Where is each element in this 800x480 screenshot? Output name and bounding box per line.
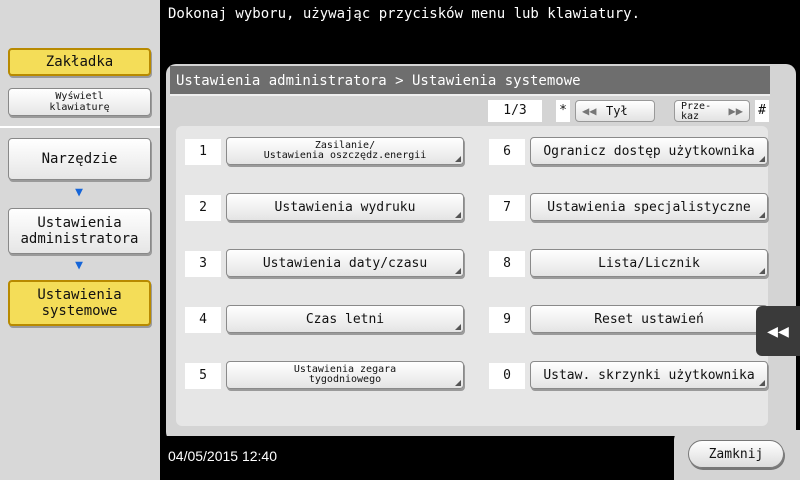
menu-number: 1	[185, 139, 221, 165]
menu-label: Ustawienia daty/czasu	[262, 255, 428, 271]
menu-label: Reset ustawień	[594, 311, 704, 327]
corner-indicator-icon	[455, 156, 461, 162]
instruction-bar: Dokonaj wyboru, używając przycisków menu…	[160, 0, 800, 60]
breadcrumb-system-settings[interactable]: Ustawienia systemowe	[8, 280, 151, 326]
menu-number: 3	[185, 251, 221, 277]
fast-forward-icon: ▶▶	[728, 104, 743, 118]
page-title: Ustawienia administratora > Ustawienia s…	[170, 66, 770, 96]
menu-number: 0	[489, 363, 525, 389]
breadcrumb-admin-settings[interactable]: Ustawienia administratora	[8, 208, 151, 254]
menu-item-restrict-access[interactable]: Ogranicz dostęp użytkownika	[530, 137, 768, 165]
datetime: 04/05/2015 12:40	[168, 448, 277, 464]
breadcrumb-label-line2: systemowe	[41, 303, 118, 319]
sidebar: Zakładka Wyświetl klawiaturę Narzędzie ▼…	[0, 0, 160, 480]
corner-indicator-icon	[455, 324, 461, 330]
menu-item-weekly-timer[interactable]: Ustawienia zegara tygodniowego	[226, 361, 464, 389]
bookmark-label: Zakładka	[45, 53, 114, 70]
menu-number: 4	[185, 307, 221, 333]
keypad-label-line2: klawiaturę	[49, 102, 110, 113]
back-label: Tył	[606, 104, 628, 118]
menu-label: Czas letni	[305, 311, 385, 327]
corner-indicator-icon	[759, 380, 765, 386]
menu-number: 8	[489, 251, 525, 277]
menu-item-date-time[interactable]: Ustawienia daty/czasu	[226, 249, 464, 277]
corner-indicator-icon	[455, 268, 461, 274]
breadcrumb-label-line1: Ustawienia	[37, 214, 122, 231]
corner-indicator-icon	[759, 268, 765, 274]
menu-item-daylight-saving[interactable]: Czas letni	[226, 305, 464, 333]
menu-item-user-box-settings[interactable]: Ustaw. skrzynki użytkownika	[530, 361, 768, 389]
menu-item-expert-settings[interactable]: Ustawienia specjalistyczne	[530, 193, 768, 221]
menu-item-print-settings[interactable]: Ustawienia wydruku	[226, 193, 464, 221]
menu-item-list-counter[interactable]: Lista/Licznik	[530, 249, 768, 277]
hash-key: #	[755, 100, 769, 122]
breadcrumb-label: Narzędzie	[41, 150, 118, 167]
corner-indicator-icon	[455, 212, 461, 218]
pager: 1/3 * ◀◀ Tył Prze- kaz ▶▶ #	[170, 98, 770, 124]
close-button[interactable]: Zamknij	[688, 440, 784, 468]
forward-label-line2: kaz	[681, 111, 700, 122]
bookmark-button[interactable]: Zakładka	[8, 48, 151, 76]
back-button[interactable]: ◀◀ Tył	[575, 100, 655, 122]
menu-number: 7	[489, 195, 525, 221]
menu-number: 6	[489, 139, 525, 165]
menu-label-line2: tygodniowego	[308, 374, 382, 385]
show-keypad-button[interactable]: Wyświetl klawiaturę	[8, 88, 151, 116]
page-indicator: 1/3	[488, 100, 542, 122]
rewind-icon: ◀◀	[582, 104, 597, 118]
forward-label: Prze- kaz	[681, 102, 711, 122]
menu-label-line2: Ustawienia oszczędz.energii	[263, 150, 427, 161]
menu-number: 5	[185, 363, 221, 389]
keypad-label-line1: Wyświetl	[55, 90, 104, 102]
menu-label: Ustawienia specjalistyczne	[547, 199, 751, 215]
breadcrumb-label-line1: Ustawienia	[37, 286, 122, 303]
star-key: *	[556, 100, 570, 122]
forward-button[interactable]: Prze- kaz ▶▶	[674, 100, 750, 122]
menu-item-power-saving[interactable]: Zasilanie/ Ustawienia oszczędz.energii	[226, 137, 464, 165]
breadcrumb-tools[interactable]: Narzędzie	[8, 138, 151, 180]
breadcrumb-label-line2: administratora	[20, 231, 139, 247]
menu-label: Lista/Licznik	[598, 255, 700, 271]
corner-indicator-icon	[759, 156, 765, 162]
corner-indicator-icon	[455, 380, 461, 386]
menu-item-reset-settings[interactable]: Reset ustawień	[530, 305, 768, 333]
menu-label: Ogranicz dostęp użytkownika	[543, 143, 755, 159]
close-label: Zamknij	[708, 446, 764, 462]
menu-label: Ustawienia wydruku	[274, 199, 416, 215]
sidebar-divider	[0, 126, 160, 128]
menu-label: Ustaw. skrzynki użytkownika	[543, 367, 755, 383]
menu-number: 2	[185, 195, 221, 221]
side-panel-toggle[interactable]: ◀◀	[756, 306, 800, 356]
arrow-down-icon: ▼	[75, 258, 83, 273]
instruction-text: Dokonaj wyboru, używając przycisków menu…	[168, 6, 641, 22]
menu-number: 9	[489, 307, 525, 333]
arrow-down-icon: ▼	[75, 185, 83, 200]
corner-indicator-icon	[759, 212, 765, 218]
rewind-icon: ◀◀	[767, 320, 789, 342]
